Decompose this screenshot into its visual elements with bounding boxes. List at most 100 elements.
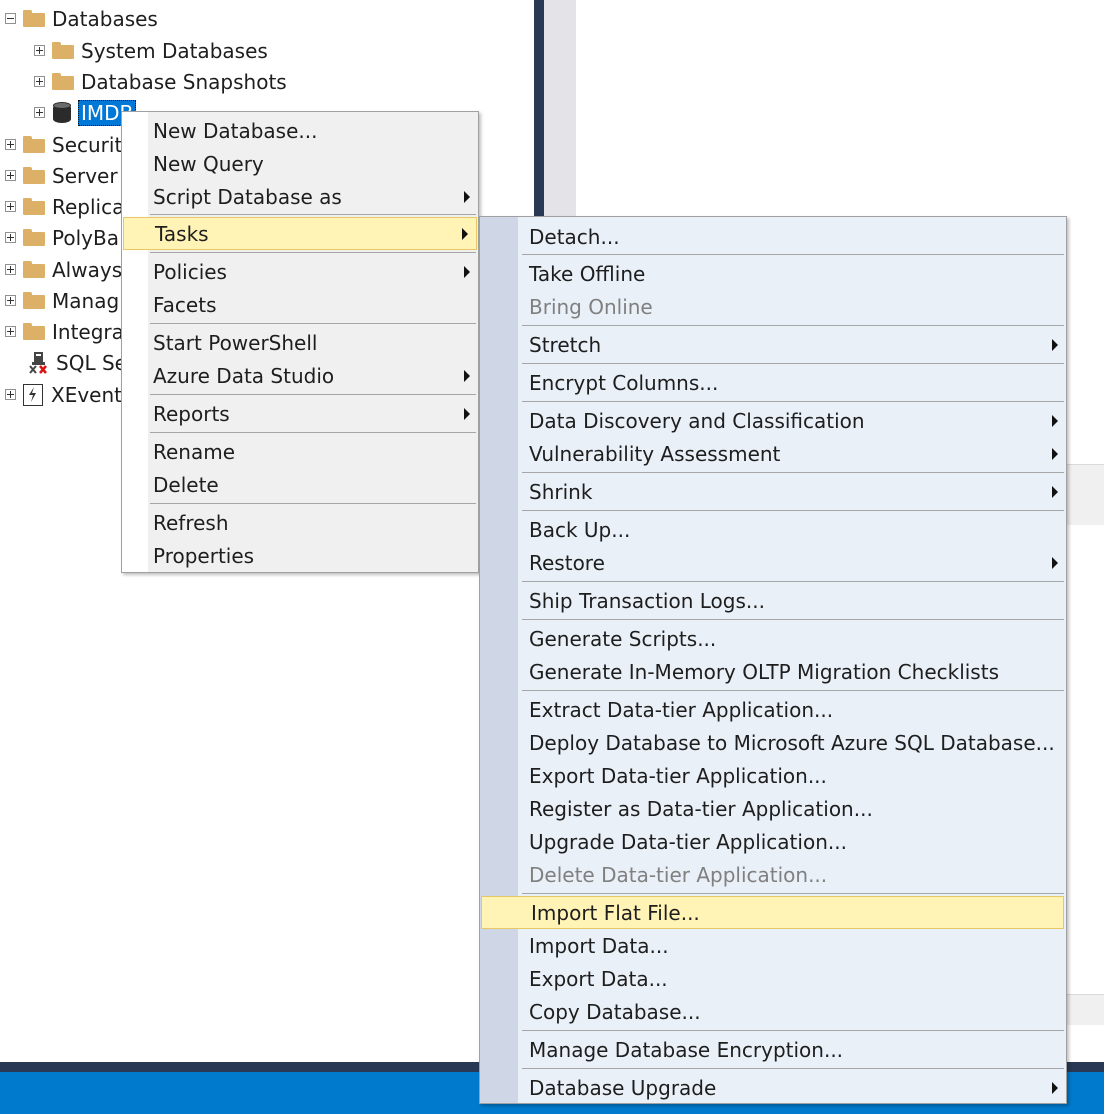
expand-icon[interactable] [5,326,16,337]
menu-item-label: Properties [153,543,255,568]
menu-item-delete[interactable]: Delete [122,468,478,501]
expand-icon[interactable] [5,232,16,243]
menu-item-label: Import Data... [529,933,669,958]
side-panel-strip [1064,994,1104,1025]
menu-item-manage-encryption[interactable]: Manage Database Encryption... [480,1033,1066,1066]
expand-icon[interactable] [34,45,45,56]
menu-separator [522,581,1064,582]
tree-node-system-databases[interactable]: System Databases [34,35,268,66]
menu-item-label: Stretch [529,332,602,357]
menu-separator [150,432,476,433]
menu-item-extract-dac[interactable]: Extract Data-tier Application... [480,693,1066,726]
menu-item-import-data[interactable]: Import Data... [480,929,1066,962]
tree-node-xevent-profiler[interactable]: XEvent [5,379,122,410]
expand-icon[interactable] [34,107,45,118]
expand-icon[interactable] [5,295,16,306]
menu-item-label: Restore [529,550,605,575]
menu-item-label: Azure Data Studio [153,363,335,388]
menu-item-register-dac[interactable]: Register as Data-tier Application... [480,792,1066,825]
tree-node-label: XEvent [51,382,122,407]
submenu-arrow-icon [1052,556,1058,569]
menu-item-deploy-azure[interactable]: Deploy Database to Microsoft Azure SQL D… [480,726,1066,759]
menu-item-script-database-as[interactable]: Script Database as [122,180,478,213]
tree-node-label: PolyBa [52,225,119,250]
tree-node-sql-server-agent[interactable]: SQL Se [28,347,127,378]
menu-item-label: Export Data... [529,966,668,991]
tree-node-label: Manag [52,288,120,313]
sql-agent-icon [28,351,50,375]
menu-item-generate-inmemory-checklists[interactable]: Generate In-Memory OLTP Migration Checkl… [480,655,1066,688]
menu-item-label: Export Data-tier Application... [529,763,827,788]
submenu-arrow-icon [464,407,470,420]
menu-item-label: Back Up... [529,517,631,542]
menu-item-vulnerability-assessment[interactable]: Vulnerability Assessment [480,437,1066,470]
menu-item-policies[interactable]: Policies [122,255,478,288]
expand-icon[interactable] [5,201,16,212]
tree-node-replication[interactable]: Replica [5,191,124,222]
menu-item-import-flat-file[interactable]: Import Flat File... [481,896,1064,929]
menu-item-export-data[interactable]: Export Data... [480,962,1066,995]
menu-item-label: Generate In-Memory OLTP Migration Checkl… [529,659,999,684]
menu-item-new-database[interactable]: New Database... [122,114,478,147]
expand-icon[interactable] [5,264,16,275]
menu-item-tasks[interactable]: Tasks [123,217,477,250]
menu-item-new-query[interactable]: New Query [122,147,478,180]
tree-node-databases[interactable]: Databases [5,3,158,34]
tree-node-polybase[interactable]: PolyBa [5,222,119,253]
menu-item-take-offline[interactable]: Take Offline [480,257,1066,290]
menu-item-label: New Query [153,151,264,176]
menu-separator [522,401,1064,402]
menu-item-label: Bring Online [529,294,653,319]
tree-node-server-objects[interactable]: Server [5,160,118,191]
tasks-submenu: Detach... Take Offline Bring Online Stre… [479,216,1067,1104]
menu-item-back-up[interactable]: Back Up... [480,513,1066,546]
tree-node-security[interactable]: Securit [5,129,122,160]
expand-icon[interactable] [34,76,45,87]
tree-node-database-snapshots[interactable]: Database Snapshots [34,66,287,97]
tree-node-integration-services[interactable]: Integra [5,316,124,347]
menu-separator [150,503,476,504]
menu-item-upgrade-dac[interactable]: Upgrade Data-tier Application... [480,825,1066,858]
menu-item-rename[interactable]: Rename [122,435,478,468]
menu-item-label: Shrink [529,479,593,504]
menu-item-label: Take Offline [529,261,646,286]
menu-item-reports[interactable]: Reports [122,397,478,430]
menu-item-restore[interactable]: Restore [480,546,1066,579]
menu-item-refresh[interactable]: Refresh [122,506,478,539]
menu-item-azure-data-studio[interactable]: Azure Data Studio [122,359,478,392]
menu-item-database-upgrade[interactable]: Database Upgrade [480,1071,1066,1104]
collapse-icon[interactable] [5,13,16,24]
menu-separator [522,254,1064,255]
tree-node-management[interactable]: Manag [5,285,119,316]
menu-item-label: Reports [153,401,230,426]
menu-item-ship-transaction-logs[interactable]: Ship Transaction Logs... [480,584,1066,617]
menu-item-facets[interactable]: Facets [122,288,478,321]
menu-item-stretch[interactable]: Stretch [480,328,1066,361]
folder-icon [23,10,45,27]
menu-item-copy-database[interactable]: Copy Database... [480,995,1066,1028]
menu-item-label: Import Flat File... [531,900,700,925]
menu-separator [522,325,1064,326]
menu-item-label: Script Database as [153,184,342,209]
menu-item-detach[interactable]: Detach... [480,220,1066,253]
menu-item-encrypt-columns[interactable]: Encrypt Columns... [480,366,1066,399]
submenu-arrow-icon [1052,414,1058,427]
menu-item-label: Deploy Database to Microsoft Azure SQL D… [529,730,1055,755]
menu-item-label: Delete Data-tier Application... [529,862,828,887]
tree-node-always-on[interactable]: Always [5,254,122,285]
menu-item-export-dac[interactable]: Export Data-tier Application... [480,759,1066,792]
menu-item-generate-scripts[interactable]: Generate Scripts... [480,622,1066,655]
menu-item-label: Rename [153,439,236,464]
menu-item-label: New Database... [153,118,318,143]
menu-item-data-discovery[interactable]: Data Discovery and Classification [480,404,1066,437]
menu-item-start-powershell[interactable]: Start PowerShell [122,326,478,359]
submenu-arrow-icon [464,265,470,278]
menu-item-bring-online: Bring Online [480,290,1066,323]
expand-icon[interactable] [5,170,16,181]
expand-icon[interactable] [5,389,16,400]
database-icon [52,101,72,125]
expand-icon[interactable] [5,139,16,150]
menu-item-shrink[interactable]: Shrink [480,475,1066,508]
menu-item-properties[interactable]: Properties [122,539,478,572]
menu-separator [150,252,476,253]
